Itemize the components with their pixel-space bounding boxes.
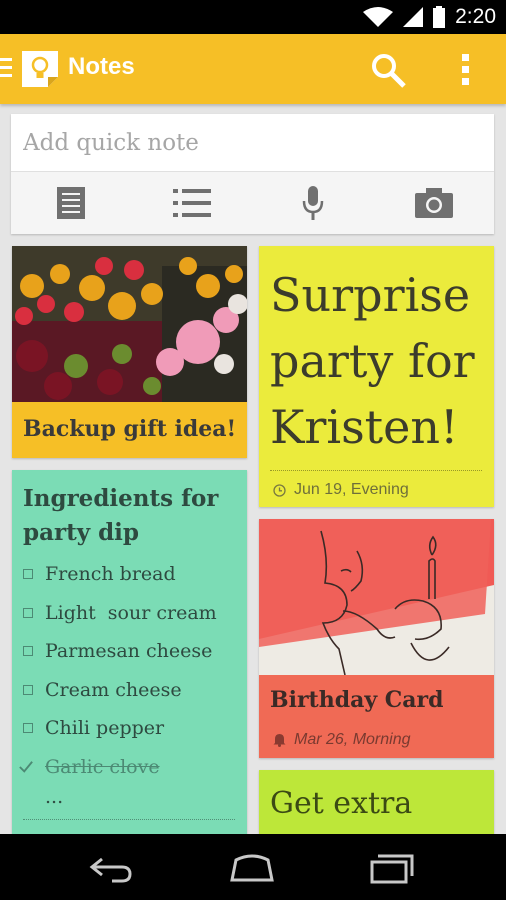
overflow-menu-icon[interactable]: [452, 50, 480, 90]
quick-note-toolbar: [11, 172, 494, 234]
status-time: 2:20: [455, 5, 496, 28]
checkbox-icon: [23, 684, 33, 695]
home-icon[interactable]: [222, 848, 282, 886]
checklist-item-text: Cream cheese: [45, 678, 182, 701]
checklist-item: Chili pepper: [23, 709, 243, 748]
cupcake-sketch-drawing: [259, 519, 494, 675]
search-icon[interactable]: [368, 50, 408, 90]
checklist-item: Light sour cream: [23, 594, 243, 633]
note-title: Backup gift idea!: [23, 416, 237, 442]
quick-note-card: [11, 114, 494, 234]
note-title: Get extra: [270, 786, 413, 821]
note-title: Ingredients for party dip: [23, 485, 219, 546]
new-photo-note-button[interactable]: [373, 172, 494, 234]
reminder-text: Mar 26, Morning: [294, 731, 411, 748]
new-voice-note-button[interactable]: [253, 172, 374, 234]
checklist-item-text: Light sour cream: [45, 601, 217, 624]
checklist-item-text: Garlic clove: [45, 755, 160, 778]
battery-icon: [433, 6, 446, 28]
note-card-party[interactable]: Surprise party for Kristen! Jun 19, Even…: [259, 246, 494, 507]
divider: [270, 470, 482, 471]
back-icon[interactable]: [82, 848, 142, 886]
signal-icon: [403, 7, 424, 27]
bell-icon: [273, 734, 286, 747]
microphone-icon: [302, 186, 324, 220]
clock-icon: [273, 483, 286, 497]
status-bar: 2:20: [0, 0, 506, 34]
checklist-item-text: Chili pepper: [45, 717, 165, 740]
list-note-icon: [173, 189, 212, 217]
note-title: Birthday Card: [270, 687, 444, 713]
checklist: French bread Light sour cream Parmesan c…: [19, 555, 243, 808]
more-items-indicator: ...: [45, 786, 64, 808]
checkbox-icon: [23, 607, 33, 618]
wifi-icon: [363, 7, 394, 27]
checkmark-icon: [19, 760, 33, 774]
checkbox-icon: [23, 569, 33, 580]
flower-market-photo: [12, 246, 247, 402]
checklist-item: French bread: [23, 555, 243, 594]
checklist-item-checked: Garlic clove: [19, 748, 243, 787]
camera-icon: [414, 188, 453, 218]
keep-logo-icon: [22, 51, 58, 87]
recents-icon[interactable]: [362, 848, 422, 886]
note-card-birthday[interactable]: Birthday Card Mar 26, Morning: [259, 519, 494, 758]
reminder-text: Jun 19, Evening: [294, 481, 409, 498]
quick-note-input[interactable]: [11, 114, 494, 171]
checklist-item-text: French bread: [45, 563, 176, 586]
checklist-item-text: Parmesan cheese: [45, 640, 213, 663]
navigation-bar: [0, 834, 506, 900]
app-title: Notes: [68, 53, 135, 80]
divider: [23, 819, 235, 820]
reminder-chip: Jun 19, Evening: [273, 481, 409, 499]
new-text-note-button[interactable]: [11, 172, 132, 234]
checklist-item: Parmesan cheese: [23, 632, 243, 671]
note-card-dip[interactable]: Ingredients for party dip French bread L…: [12, 470, 247, 840]
app-bar: Notes: [0, 34, 506, 104]
checkbox-icon: [23, 723, 33, 734]
text-note-icon: [57, 187, 86, 219]
checklist-item: Cream cheese: [23, 671, 243, 710]
new-list-note-button[interactable]: [132, 172, 253, 234]
note-title: Surprise party for Kristen!: [270, 268, 475, 454]
note-card-gift[interactable]: Backup gift idea!: [12, 246, 247, 458]
drawer-icon[interactable]: [0, 58, 14, 80]
checkbox-icon: [23, 646, 33, 657]
reminder-chip: Mar 26, Morning: [273, 731, 411, 749]
